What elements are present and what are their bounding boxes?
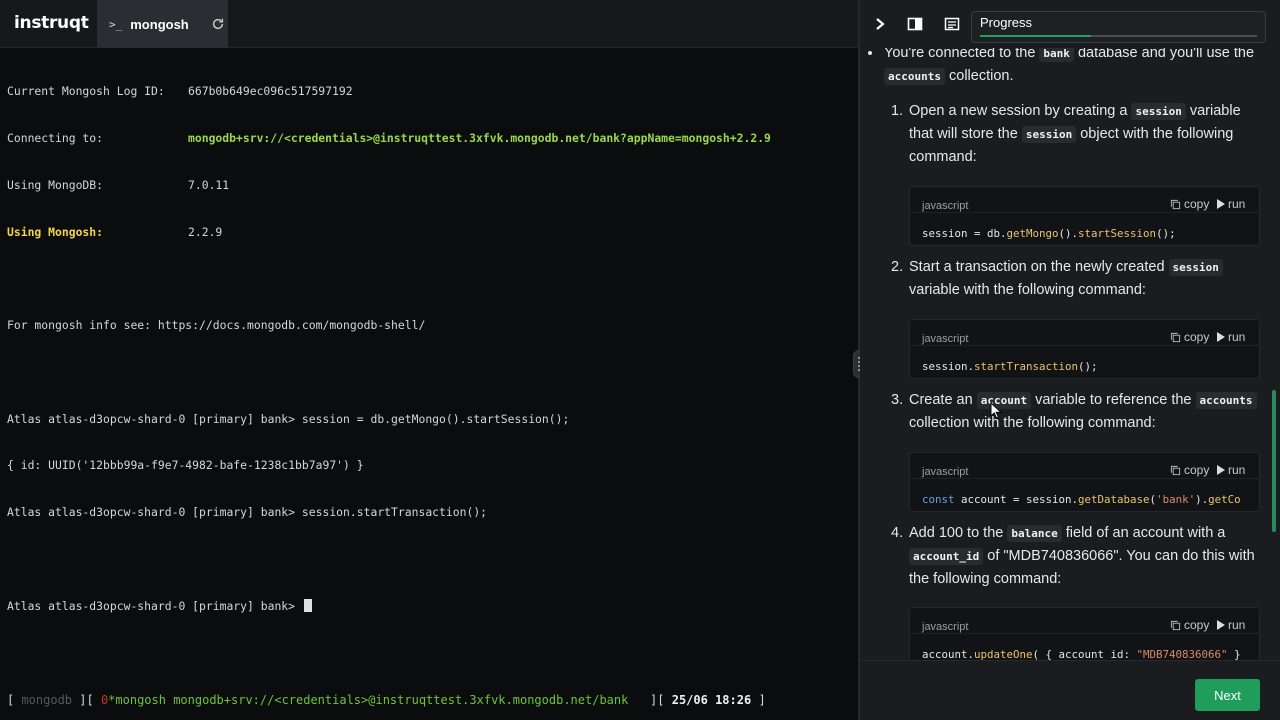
code-text: session.startTransaction(); [922,360,1098,373]
terminal-line: Using Mongosh: 2.2.9 [7,224,223,239]
layout-toggle-icon[interactable] [906,15,924,33]
copy-icon [1170,465,1181,475]
copy-button[interactable]: copy [1170,193,1209,215]
tab-mongosh[interactable]: >_ mongosh [97,0,228,48]
tmux-status-bar: [ mongodb ][ 0*mongosh mongodb+srv://<cr… [7,693,766,707]
app-header: instruqt >_ mongosh [0,0,858,48]
instructions-content[interactable]: You're connected to the bank database an… [860,38,1268,660]
bullet [868,51,872,55]
intro-text: You're connected to the bank database an… [868,42,1264,88]
copy-icon [1170,332,1181,342]
terminal-line: { id: UUID('12bbb99a-f9e7-4982-bafe-1238… [7,458,364,473]
next-button[interactable]: Next [1195,679,1260,711]
code-block: javascript copy run account.updateOne( {… [909,607,1260,660]
play-icon [1217,620,1225,630]
tmux-window-name: *mongosh mongodb+srv://<credentials>@ins… [108,693,629,707]
progress-track [980,35,1257,37]
instructions-panel: You're connected to the bank database an… [860,0,1280,720]
copy-icon [1170,620,1181,630]
mouse-cursor-icon [990,402,1002,419]
tab-label: mongosh [130,16,189,32]
code-text: session = db.getMongo().startSession(); [922,227,1176,240]
progress-label: Progress [980,15,1033,30]
instruqt-logo[interactable]: instruqt [14,13,89,33]
play-icon [1217,465,1225,475]
run-button[interactable]: run [1216,614,1245,636]
copy-button[interactable]: copy [1170,614,1209,636]
terminal-line: Using MongoDB: 7.0.11 [7,177,230,192]
terminal-line: For mongosh info see: https://docs.mongo… [7,318,426,333]
terminal-line: Atlas atlas-d3opcw-shard-0 [primary] ban… [7,411,570,426]
progress-fill [980,35,1091,37]
code-text: const account = session.getDatabase('ban… [922,493,1241,506]
run-button[interactable]: run [1216,193,1245,215]
terminal-prompt-line[interactable]: Atlas atlas-d3opcw-shard-0 [primary] ban… [7,598,858,615]
code-block: javascript copy run session = db.getMong… [909,186,1260,246]
run-button[interactable]: run [1216,459,1245,481]
copy-button[interactable]: copy [1170,326,1209,348]
collapse-panel-icon[interactable] [871,15,889,33]
terminal-line: Atlas atlas-d3opcw-shard-0 [primary] ban… [7,505,488,520]
copy-button[interactable]: copy [1170,459,1209,481]
terminal-line: Current Mongosh Log ID: 667b0b649ec096c51… [7,84,353,99]
notes-icon[interactable] [943,15,961,33]
progress-indicator: Progress [971,11,1266,43]
tmux-datetime: 25/06 18:26 [671,693,752,707]
step-3: 3. Create an account variable to referen… [891,389,1259,434]
terminal-line: Connecting to: mongodb+srv://<credentials… [7,130,771,145]
play-icon [1217,199,1225,209]
tmux-session-name: mongodb [14,693,80,707]
run-button[interactable]: run [1216,326,1245,348]
terminal-cursor [303,598,312,612]
panel-scrollbar[interactable] [1272,390,1276,532]
code-block: javascript copy run session.startTransac… [909,319,1260,379]
refresh-icon[interactable] [211,17,225,31]
terminal-icon: >_ [109,17,123,31]
terminal[interactable]: Current Mongosh Log ID: 667b0b649ec096c51… [0,48,858,688]
panel-toolbar: Progress [860,0,1280,48]
copy-icon [1170,199,1181,209]
play-icon [1217,332,1225,342]
step-4: 4. Add 100 to the balance field of an ac… [891,525,1255,587]
code-block: javascript copy run const account = sess… [909,452,1260,512]
panel-footer: Next [860,660,1280,720]
step-2: 2. Start a transaction on the newly crea… [891,256,1259,301]
step-1: 1. Open a new session by creating a sess… [891,103,1241,165]
